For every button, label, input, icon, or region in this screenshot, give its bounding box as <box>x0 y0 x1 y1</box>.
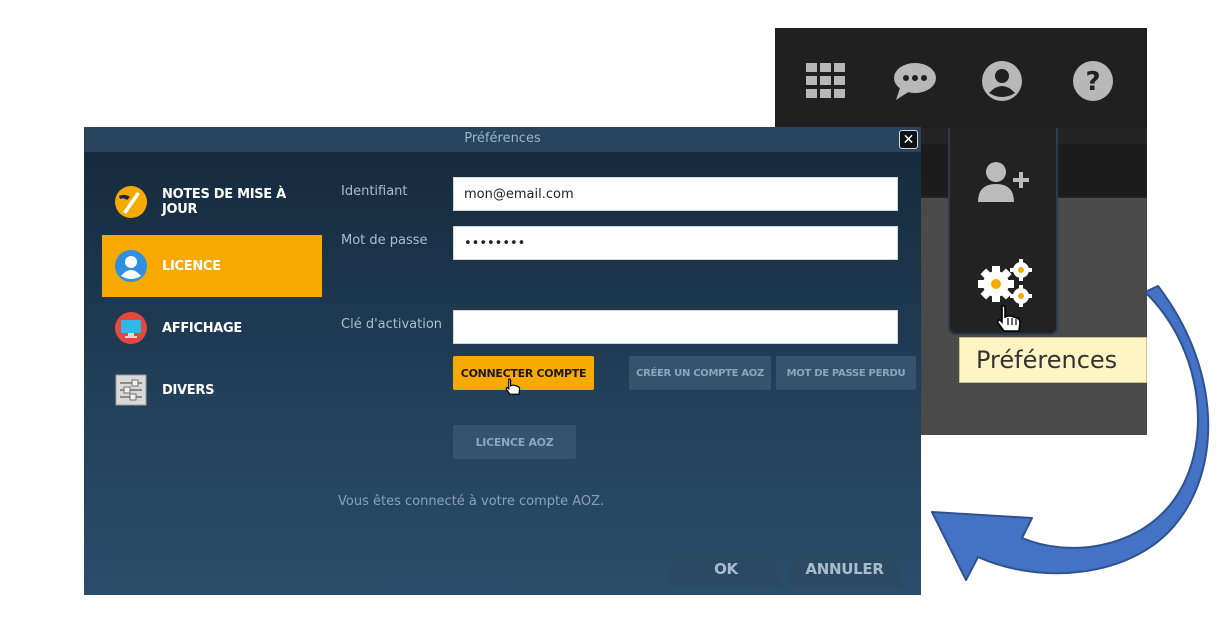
lost-password-button[interactable]: MOT DE PASSE PERDU <box>776 356 916 390</box>
top-toolbar: ? <box>775 28 1147 128</box>
settings-sliders-icon <box>114 373 148 407</box>
apps-grid-icon[interactable] <box>803 58 849 104</box>
release-notes-icon <box>114 185 148 219</box>
preferences-dialog: Préférences ✕ NOTES DE MISE À JOUR LICEN… <box>84 127 921 595</box>
licence-aoz-button[interactable]: LICENCE AOZ <box>453 425 576 459</box>
activation-key-label: Clé d'activation <box>341 317 443 332</box>
licence-user-icon <box>114 249 148 283</box>
identifier-input[interactable] <box>453 177 898 211</box>
nav-item-release-notes[interactable]: NOTES DE MISE À JOUR <box>102 171 322 233</box>
add-user-icon[interactable] <box>976 160 1032 208</box>
identifier-label: Identifiant <box>341 184 408 199</box>
user-icon[interactable] <box>979 58 1025 104</box>
nav-label-release-notes: NOTES DE MISE À JOUR <box>162 187 286 217</box>
nav-label-display: AFFICHAGE <box>162 320 242 336</box>
nav-label-misc: DIVERS <box>162 382 215 398</box>
help-icon[interactable]: ? <box>1070 58 1116 104</box>
display-monitor-icon <box>114 311 148 345</box>
connect-account-button[interactable]: CONNECTER COMPTE <box>453 356 594 390</box>
chat-icon[interactable] <box>892 58 938 104</box>
nav-item-misc[interactable]: DIVERS <box>102 359 322 421</box>
dialog-title: Préférences <box>84 127 921 152</box>
ok-button[interactable]: OK <box>670 550 782 588</box>
activation-key-input[interactable] <box>453 310 898 344</box>
nav-item-display[interactable]: AFFICHAGE <box>102 297 322 359</box>
curved-arrow <box>931 285 1210 581</box>
create-account-button[interactable]: CRÉER UN COMPTE AOZ <box>629 356 771 390</box>
nav-item-licence[interactable]: LICENCE <box>102 235 322 297</box>
svg-text:?: ? <box>1085 67 1100 97</box>
password-input[interactable] <box>453 226 898 260</box>
hand-cursor-icon <box>504 378 522 400</box>
connection-status-text: Vous êtes connecté à votre compte AOZ. <box>338 494 605 509</box>
password-label: Mot de passe <box>341 233 428 248</box>
close-icon[interactable]: ✕ <box>899 130 918 149</box>
cancel-button[interactable]: ANNULER <box>789 550 900 588</box>
nav-label-licence: LICENCE <box>162 258 221 274</box>
